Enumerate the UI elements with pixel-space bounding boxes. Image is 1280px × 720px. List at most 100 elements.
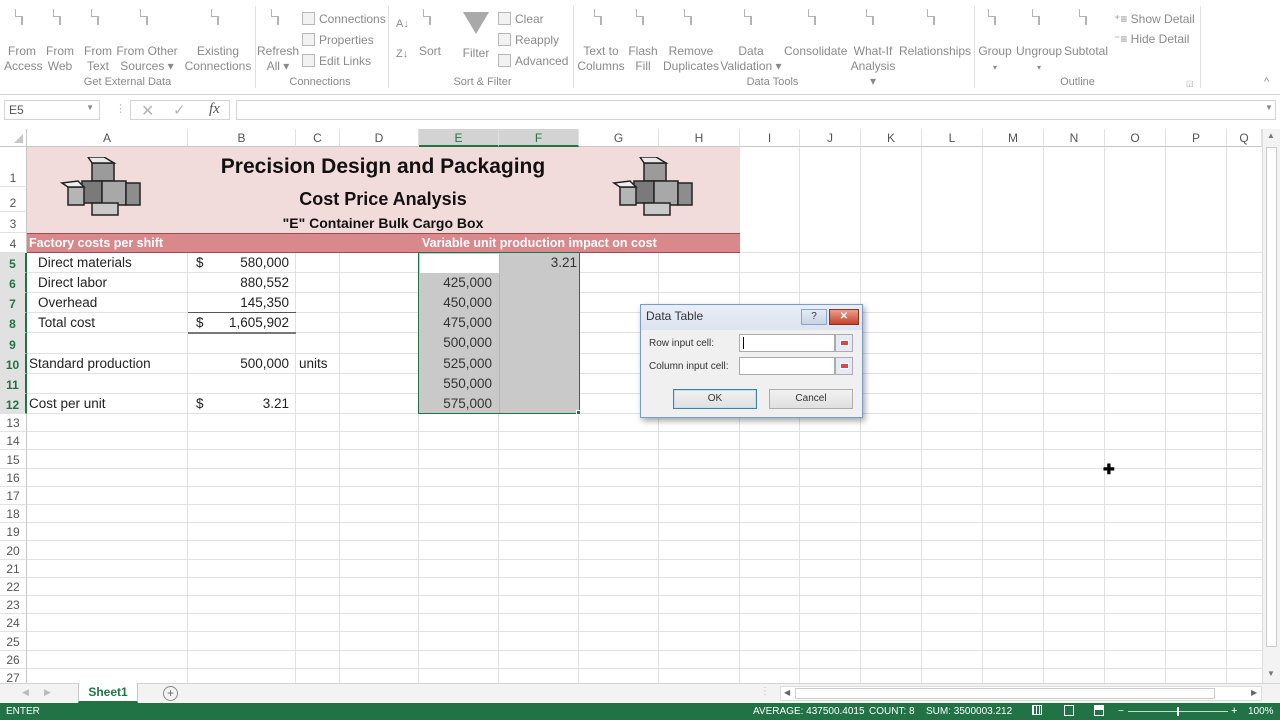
production-level-cell[interactable]: 425,000 [419, 273, 492, 293]
column-header-b[interactable]: B [188, 129, 296, 147]
select-all-corner[interactable] [0, 129, 27, 147]
row-header-4[interactable]: 4 [0, 233, 27, 253]
column-header-q[interactable]: Q [1227, 129, 1262, 147]
horizontal-scrollbar[interactable]: ◀ ▶ [780, 686, 1262, 701]
cancel-entry-icon[interactable]: ✕ [141, 101, 154, 121]
clear-filter-button[interactable]: Clear [498, 11, 544, 27]
from-access-button[interactable]: From Access [4, 9, 43, 74]
row-header-6[interactable]: 6 [0, 273, 27, 293]
row-header-18[interactable]: 18 [0, 505, 27, 523]
sheet-tab-sheet1[interactable]: Sheet1 [78, 683, 138, 703]
scroll-right-icon[interactable]: ▶ [1251, 688, 1257, 697]
what-if-analysis-button[interactable]: What-If Analysis ▾ [848, 9, 898, 89]
row-input-collapse-icon[interactable] [835, 334, 853, 352]
properties-button[interactable]: Properties [302, 32, 374, 48]
column-header-l[interactable]: L [922, 129, 983, 147]
zoom-in-icon[interactable]: + [1231, 705, 1237, 717]
enter-checkmark-icon[interactable]: ✓ [173, 101, 186, 119]
row-header-16[interactable]: 16 [0, 469, 27, 487]
column-header-p[interactable]: P [1166, 129, 1227, 147]
column-header-k[interactable]: K [861, 129, 922, 147]
formula-input[interactable] [236, 100, 1276, 120]
tab-splitter-icon[interactable]: ⋮ [760, 686, 770, 697]
refresh-all-button[interactable]: Refresh All ▾ [257, 9, 299, 74]
filter-button[interactable]: Filter [460, 10, 492, 61]
column-header-n[interactable]: N [1044, 129, 1105, 147]
cost-label[interactable]: Direct labor [38, 273, 107, 293]
ungroup-button[interactable]: Ungroup ▾ [1015, 9, 1063, 75]
page-layout-view-icon[interactable] [1064, 705, 1074, 716]
cost-label[interactable]: Overhead [38, 293, 97, 313]
cost-value[interactable]: 1,605,902 [188, 313, 289, 333]
cost-value[interactable]: 145,350 [188, 293, 289, 313]
dialog-launcher-icon[interactable]: ◲ [1186, 79, 1194, 88]
column-header-e[interactable]: E [419, 129, 499, 147]
zoom-out-icon[interactable]: − [1118, 706, 1124, 717]
remove-duplicates-button[interactable]: Remove Duplicates [663, 9, 719, 74]
row-header-8[interactable]: 8 [0, 313, 27, 333]
column-header-g[interactable]: G [579, 129, 659, 147]
column-header-i[interactable]: I [740, 129, 800, 147]
column-header-o[interactable]: O [1105, 129, 1166, 147]
insert-function-icon[interactable]: fx [209, 101, 220, 118]
row-header-9[interactable]: 9 [0, 333, 27, 354]
cost-label[interactable]: Total cost [38, 313, 95, 333]
subtotal-button[interactable]: Subtotal [1063, 9, 1109, 59]
standard-production-unit[interactable]: units [299, 354, 328, 374]
standard-production-label[interactable]: Standard production [29, 354, 151, 374]
row-header-11[interactable]: 11 [0, 374, 27, 394]
row-header-23[interactable]: 23 [0, 596, 27, 614]
column-header-a[interactable]: A [27, 129, 188, 147]
connections-button[interactable]: Connections [302, 11, 386, 27]
row-header-21[interactable]: 21 [0, 560, 27, 578]
add-sheet-button[interactable]: + [163, 686, 178, 701]
cost-label[interactable]: Direct materials [38, 253, 132, 273]
column-header-j[interactable]: J [800, 129, 861, 147]
name-box[interactable]: E5 ▼ [4, 100, 100, 120]
column-header-h[interactable]: H [659, 129, 740, 147]
normal-view-icon[interactable] [1032, 705, 1042, 715]
production-level-cell[interactable]: 500,000 [419, 333, 492, 353]
row-header-27[interactable]: 27 [0, 669, 27, 683]
column-header-c[interactable]: C [296, 129, 340, 147]
row-header-1[interactable]: 1 [0, 147, 27, 187]
page-break-view-icon[interactable] [1094, 705, 1104, 716]
column-header-m[interactable]: M [983, 129, 1044, 147]
expand-formula-bar-icon[interactable]: ▼ [1265, 103, 1273, 112]
row-header-22[interactable]: 22 [0, 578, 27, 596]
column-header-d[interactable]: D [340, 129, 419, 147]
vertical-scrollbar[interactable]: ▲ ▼ [1262, 129, 1280, 683]
next-sheet-icon[interactable]: ▶ [44, 687, 51, 698]
from-web-button[interactable]: From Web [44, 9, 76, 74]
row-header-25[interactable]: 25 [0, 632, 27, 651]
reapply-button[interactable]: Reapply [498, 32, 559, 48]
data-table-formula-cell[interactable]: 3.21 [499, 253, 577, 273]
row-header-3[interactable]: 3 [0, 212, 27, 233]
row-header-12[interactable]: 12 [0, 394, 27, 414]
advanced-filter-button[interactable]: Advanced [498, 53, 568, 69]
row-header-17[interactable]: 17 [0, 487, 27, 505]
scroll-down-icon[interactable]: ▼ [1267, 669, 1275, 678]
production-level-cell[interactable]: 450,000 [419, 293, 492, 313]
from-other-sources-button[interactable]: From Other Sources ▾ [116, 9, 178, 74]
close-button[interactable]: ✕ [829, 309, 859, 325]
row-header-20[interactable]: 20 [0, 541, 27, 560]
cancel-button[interactable]: Cancel [769, 389, 853, 409]
cost-per-unit-value[interactable]: 3.21 [188, 394, 289, 414]
row-header-2[interactable]: 2 [0, 187, 27, 212]
scroll-left-icon[interactable]: ◀ [784, 688, 790, 697]
row-header-19[interactable]: 19 [0, 523, 27, 541]
flash-fill-button[interactable]: Flash Fill [627, 9, 659, 74]
column-input-collapse-icon[interactable] [835, 357, 853, 375]
row-header-24[interactable]: 24 [0, 614, 27, 632]
zoom-slider-thumb[interactable] [1177, 707, 1179, 716]
cost-value[interactable]: 880,552 [188, 273, 289, 293]
chevron-down-icon[interactable]: ▼ [86, 103, 94, 112]
row-header-5[interactable]: 5 [0, 253, 27, 273]
standard-production-value[interactable]: 500,000 [188, 354, 289, 374]
column-input-cell-field[interactable] [739, 357, 835, 375]
splitter-dots-icon[interactable]: ⋮ [115, 102, 126, 115]
row-header-10[interactable]: 10 [0, 354, 27, 374]
hide-detail-button[interactable]: ⁻≡ Hide Detail [1114, 31, 1189, 47]
fill-handle[interactable] [576, 410, 581, 415]
